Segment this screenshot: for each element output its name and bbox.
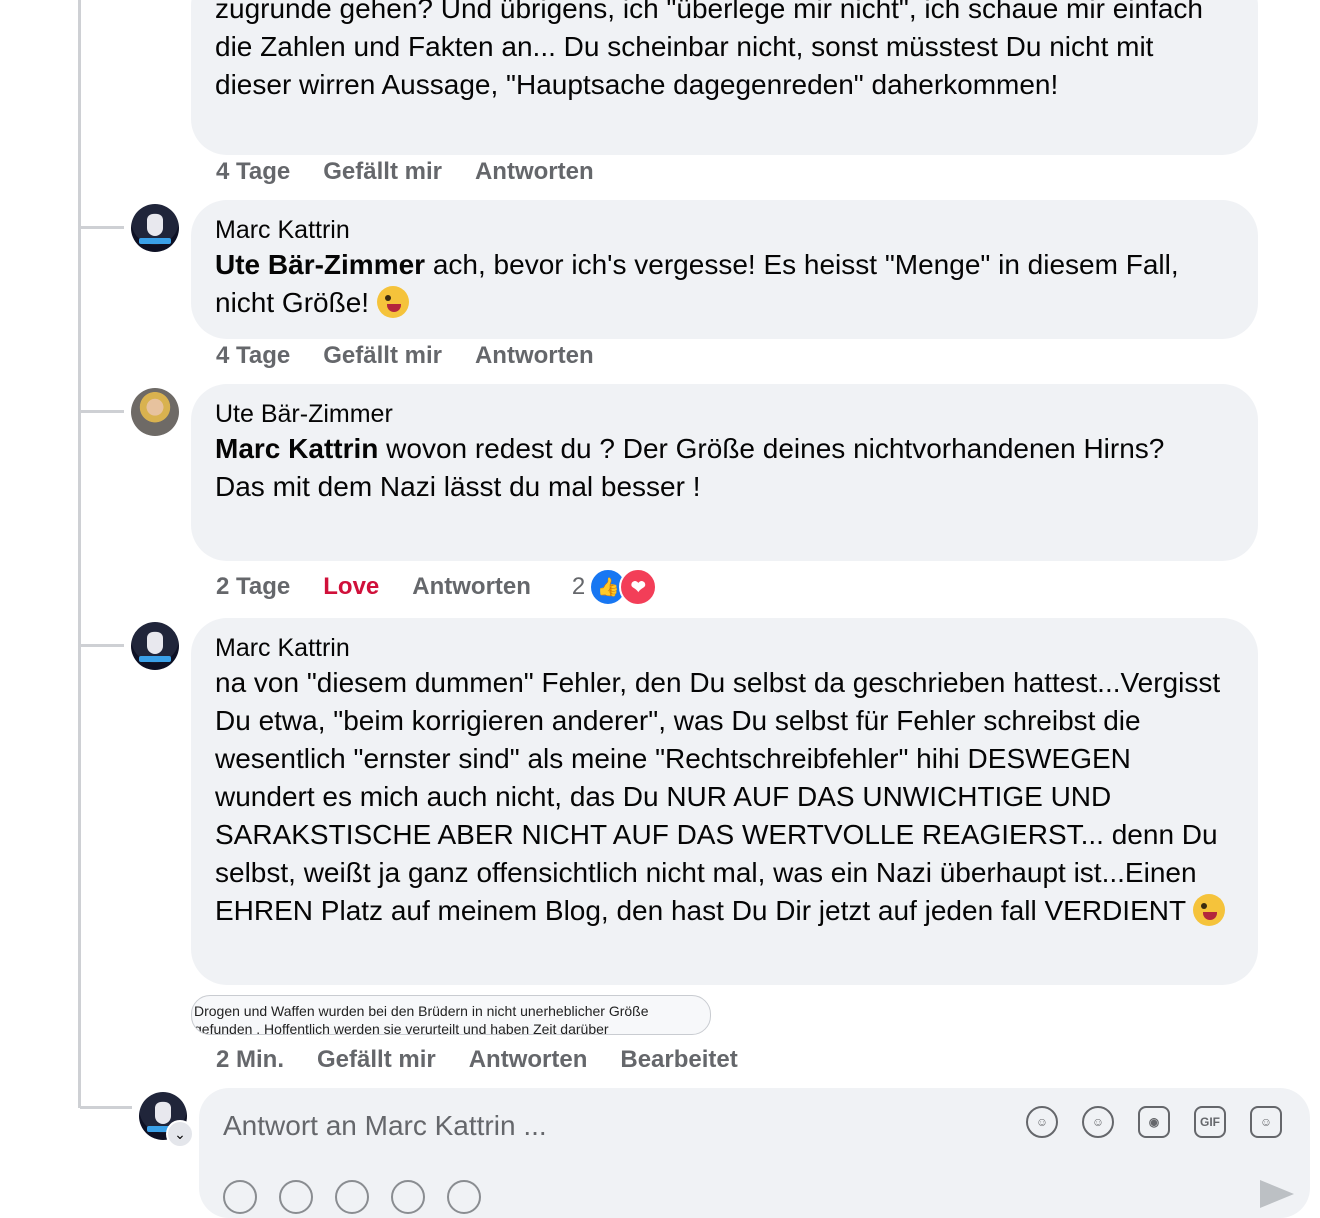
love-reaction-button[interactable]: Love	[323, 573, 379, 601]
comment-author[interactable]: Ute Bär-Zimmer	[215, 398, 1234, 430]
comment-bubble: Marc Kattrin Ute Bär-Zimmer ach, bevor i…	[191, 200, 1258, 339]
comment-text: na von "diesem dummen" Fehler, den Du se…	[215, 664, 1234, 930]
reaction-summary[interactable]: 2 👍 ❤	[571, 568, 658, 606]
thread-connector	[80, 1106, 132, 1109]
comment-time[interactable]: 2 Tage	[216, 573, 290, 601]
comment-time[interactable]: 4 Tage	[216, 158, 290, 186]
comment-actions: 2 Tage Love Antworten 2 👍 ❤	[216, 568, 658, 606]
like-button[interactable]: Gefällt mir	[323, 342, 442, 370]
comment-time[interactable]: 4 Tage	[216, 342, 290, 370]
avatar-sticker-icon[interactable]	[223, 1180, 257, 1214]
comment-actions: 4 Tage Gefällt mir Antworten	[216, 158, 627, 186]
composer-toolbar: ☺ ☺ ◉ GIF ☺	[1002, 1106, 1282, 1138]
comment-text: zugrunde gehen? Und übrigens, ich "überl…	[215, 0, 1203, 100]
comment-text-line: Das mit dem Nazi lässt du mal besser !	[215, 471, 701, 502]
avatar[interactable]	[131, 204, 179, 252]
reply-button[interactable]: Antworten	[469, 1046, 588, 1074]
reaction-count: 2	[571, 573, 586, 600]
quoted-comment-preview[interactable]: Drogen und Waffen wurden bei den Brüdern…	[191, 995, 711, 1035]
comment-author[interactable]: Marc Kattrin	[215, 632, 1234, 664]
avatar[interactable]	[131, 622, 179, 670]
send-icon[interactable]	[1260, 1180, 1294, 1208]
thread-line	[78, 0, 81, 1108]
reply-composer[interactable]: Antwort an Marc Kattrin ... ☺ ☺ ◉ GIF ☺	[199, 1088, 1310, 1218]
thread-connector	[80, 644, 124, 647]
camera-icon[interactable]	[335, 1180, 369, 1214]
comment-bubble: Ute Bär-Zimmer Marc Kattrin wovon redest…	[191, 384, 1258, 561]
emoji-icon[interactable]: ☺	[1082, 1106, 1114, 1138]
gif-icon[interactable]	[391, 1180, 425, 1214]
reply-button[interactable]: Antworten	[475, 342, 594, 370]
sticker-icon[interactable]	[447, 1180, 481, 1214]
comment-text: Marc Kattrin wovon redest du ? Der Größe…	[215, 430, 1234, 468]
thread-connector	[80, 410, 124, 413]
comment-body: wovon redest du ? Der Größe deines nicht…	[378, 433, 1165, 464]
mention-link[interactable]: Marc Kattrin	[215, 433, 378, 464]
comment-text: Ute Bär-Zimmer ach, bevor ich's vergesse…	[215, 246, 1234, 322]
comment-actions: 2 Min. Gefällt mir Antworten Bearbeitet	[216, 1046, 771, 1074]
comment-body: na von "diesem dummen" Fehler, den Du se…	[215, 667, 1221, 926]
preview-line: Drogen und Waffen wurden bei den Brüdern…	[194, 1003, 649, 1019]
avatar-sticker-icon[interactable]: ☺	[1026, 1106, 1058, 1138]
composer-toolbar-secondary	[223, 1180, 503, 1214]
mention-link[interactable]: Ute Bär-Zimmer	[215, 249, 425, 280]
avatar[interactable]	[131, 388, 179, 436]
like-button[interactable]: Gefällt mir	[317, 1046, 436, 1074]
chevron-down-icon[interactable]: ⌄	[166, 1120, 194, 1148]
heart-reaction-icon: ❤	[619, 568, 658, 606]
comment-bubble: Marc Kattrin na von "diesem dummen" Fehl…	[191, 618, 1258, 985]
thread-connector	[80, 226, 124, 229]
gif-icon[interactable]: GIF	[1194, 1106, 1226, 1138]
reply-button[interactable]: Antworten	[475, 158, 594, 186]
preview-line: gefunden . Hoffentlich werden sie verurt…	[194, 1021, 609, 1035]
like-button[interactable]: Gefällt mir	[323, 158, 442, 186]
reply-input[interactable]: Antwort an Marc Kattrin ...	[223, 1110, 547, 1142]
sticker-icon[interactable]: ☺	[1250, 1106, 1282, 1138]
edited-label[interactable]: Bearbeitet	[620, 1046, 737, 1074]
camera-icon[interactable]: ◉	[1138, 1106, 1170, 1138]
emoji-icon[interactable]	[279, 1180, 313, 1214]
comment-time[interactable]: 2 Min.	[216, 1046, 284, 1074]
comment-bubble: zugrunde gehen? Und übrigens, ich "überl…	[191, 0, 1258, 155]
winking-tongue-emoji-icon	[1193, 894, 1226, 926]
winking-tongue-emoji-icon	[376, 286, 409, 318]
comment-author[interactable]: Marc Kattrin	[215, 214, 1234, 246]
reply-button[interactable]: Antworten	[412, 573, 531, 601]
comment-actions: 4 Tage Gefällt mir Antworten	[216, 342, 627, 370]
